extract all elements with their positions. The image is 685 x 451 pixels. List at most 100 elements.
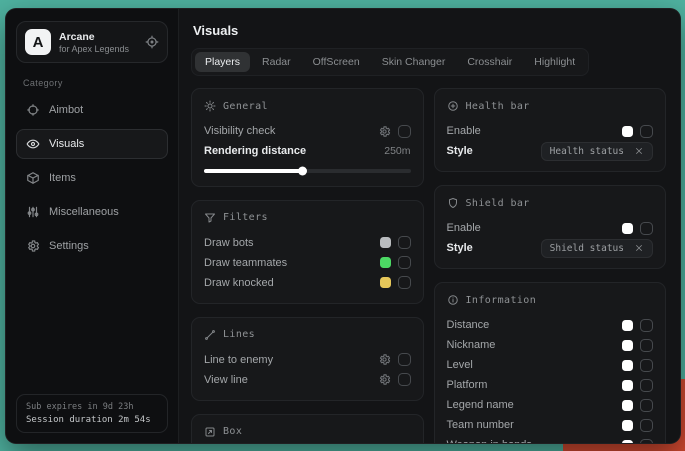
color-swatch[interactable] — [622, 420, 633, 431]
gear-icon[interactable] — [378, 353, 391, 366]
session-duration: Session duration 2m 54s — [26, 415, 158, 425]
row-draw-knocked: Draw knocked — [204, 273, 411, 293]
info-icon — [447, 294, 459, 306]
distance-checkbox[interactable] — [640, 319, 653, 332]
row-label: Distance — [447, 319, 490, 331]
gear-icon[interactable] — [378, 125, 391, 138]
selected-option: Health status — [550, 146, 624, 157]
draw-teammates-checkbox[interactable] — [398, 256, 411, 269]
color-swatch[interactable] — [622, 320, 633, 331]
panel-title: Filters — [223, 212, 268, 223]
panel-information: Information Distance Nickname — [434, 282, 667, 443]
cube-icon — [26, 171, 40, 185]
panel-box-header: Box — [204, 423, 411, 441]
tab-skin-changer[interactable]: Skin Changer — [372, 52, 456, 72]
legend-name-checkbox[interactable] — [640, 399, 653, 412]
sidebar-item-items[interactable]: Items — [16, 163, 168, 193]
row-legend-name: Legend name — [447, 395, 654, 415]
panel-columns: General Visibility check — [191, 88, 666, 443]
color-swatch[interactable] — [622, 400, 633, 411]
color-swatch[interactable] — [622, 360, 633, 371]
rendering-distance-slider[interactable] — [204, 169, 411, 173]
tab-highlight[interactable]: Highlight — [524, 52, 585, 72]
health-icon — [447, 100, 459, 112]
visibility-check-checkbox[interactable] — [398, 125, 411, 138]
color-swatch[interactable] — [622, 380, 633, 391]
clear-icon[interactable] — [634, 243, 644, 253]
slider-fill[interactable] — [204, 169, 303, 173]
weapon-in-hands-checkbox[interactable] — [640, 439, 653, 444]
clear-icon[interactable] — [634, 146, 644, 156]
color-swatch[interactable] — [380, 257, 391, 268]
row-label: Platform — [447, 379, 488, 391]
row-shield-enable: Enable — [447, 218, 654, 238]
row-line-to-enemy: Line to enemy — [204, 350, 411, 370]
gear-icon[interactable] — [378, 373, 391, 386]
color-swatch[interactable] — [622, 223, 633, 234]
view-line-checkbox[interactable] — [398, 373, 411, 386]
app-meta: Arcane for Apex Legends — [59, 31, 129, 54]
row-health-style: Style Health status — [447, 141, 654, 161]
health-enable-checkbox[interactable] — [640, 125, 653, 138]
row-label: Enable — [447, 125, 481, 137]
row-label: Style — [447, 145, 473, 157]
color-swatch[interactable] — [622, 340, 633, 351]
color-swatch[interactable] — [380, 237, 391, 248]
row-team-number: Team number — [447, 415, 654, 435]
row-distance: Distance — [447, 315, 654, 335]
line-icon — [204, 329, 216, 341]
row-view-line: View line — [204, 370, 411, 390]
shield-enable-checkbox[interactable] — [640, 222, 653, 235]
sidebar-item-label: Miscellaneous — [49, 206, 119, 218]
right-column: Health bar Enable Style H — [434, 88, 667, 443]
subscription-card: Sub expires in 9d 23h Session duration 2… — [16, 394, 168, 433]
row-platform: Platform — [447, 375, 654, 395]
row-health-enable: Enable — [447, 121, 654, 141]
platform-checkbox[interactable] — [640, 379, 653, 392]
color-swatch[interactable] — [622, 126, 633, 137]
target-icon[interactable] — [145, 35, 159, 49]
tab-players[interactable]: Players — [195, 52, 250, 72]
row-label: Level — [447, 359, 473, 371]
app-name: Arcane — [59, 31, 129, 43]
row-label: Team number — [447, 419, 514, 431]
row-draw-teammates: Draw teammates — [204, 253, 411, 273]
sidebar-item-miscellaneous[interactable]: Miscellaneous — [16, 197, 168, 227]
draw-knocked-checkbox[interactable] — [398, 276, 411, 289]
tab-crosshair[interactable]: Crosshair — [457, 52, 522, 72]
shield-style-select[interactable]: Shield status — [541, 239, 653, 258]
app-header-card: A Arcane for Apex Legends — [16, 21, 168, 63]
sidebar-nav: Aimbot Visuals Items — [16, 95, 168, 261]
box-icon — [204, 426, 216, 438]
level-checkbox[interactable] — [640, 359, 653, 372]
team-number-checkbox[interactable] — [640, 419, 653, 432]
sidebar-item-settings[interactable]: Settings — [16, 231, 168, 261]
row-label: Visibility check — [204, 125, 275, 137]
shield-icon — [447, 197, 459, 209]
tab-offscreen[interactable]: OffScreen — [303, 52, 370, 72]
row-label: Legend name — [447, 399, 514, 411]
tab-radar[interactable]: Radar — [252, 52, 301, 72]
panel-shield-bar-header: Shield bar — [447, 194, 654, 212]
eye-icon — [26, 137, 40, 151]
app-subtitle: for Apex Legends — [59, 44, 129, 54]
subscription-expiry: Sub expires in 9d 23h — [26, 402, 158, 412]
panel-lines: Lines Line to enemy — [191, 317, 424, 401]
app-logo: A — [25, 29, 51, 55]
panel-filters: Filters Draw bots Draw teammates — [191, 200, 424, 304]
panel-title: Lines — [223, 329, 255, 340]
sidebar-item-aimbot[interactable]: Aimbot — [16, 95, 168, 125]
draw-bots-checkbox[interactable] — [398, 236, 411, 249]
color-swatch[interactable] — [622, 440, 633, 444]
row-draw-bots: Draw bots — [204, 233, 411, 253]
line-to-enemy-checkbox[interactable] — [398, 353, 411, 366]
sidebar-item-visuals[interactable]: Visuals — [16, 129, 168, 159]
row-label: Draw knocked — [204, 277, 274, 289]
nickname-checkbox[interactable] — [640, 339, 653, 352]
panel-box: Box Enable Enable background — [191, 414, 424, 444]
panel-general: General Visibility check — [191, 88, 424, 187]
row-label: Draw teammates — [204, 257, 287, 269]
health-style-select[interactable]: Health status — [541, 142, 653, 161]
app-window: A Arcane for Apex Legends Category Aimbo… — [5, 8, 681, 444]
color-swatch[interactable] — [380, 277, 391, 288]
